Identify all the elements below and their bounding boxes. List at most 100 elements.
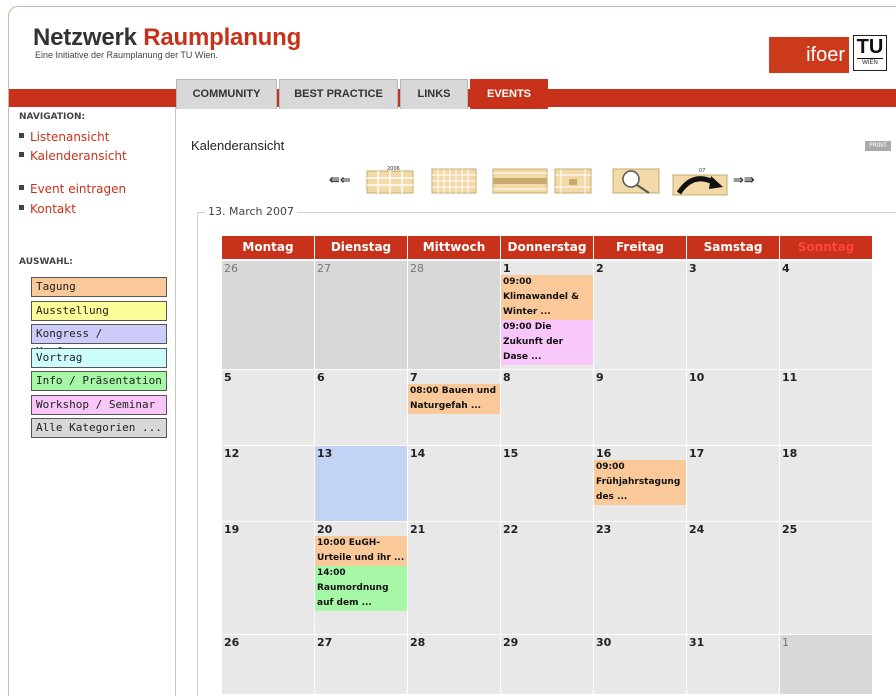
day-number[interactable]: 28 [408,261,500,275]
category-button[interactable]: Kongress / Konferenz [31,324,167,358]
category-button[interactable]: Ausstellung [31,300,167,321]
day-number[interactable]: 9 [594,370,686,384]
calendar-day-cell[interactable]: 20 10:00 EuGH-Urteile und ihr ... 14:00 Ra… [314,521,408,635]
calendar-day-cell[interactable]: 11 [779,369,873,446]
day-number[interactable]: 14 [408,446,500,460]
day-number[interactable]: 20 [315,522,407,536]
year-view-icon[interactable]: 2006 [365,165,415,195]
category-button[interactable]: Tagung [31,277,167,297]
calendar-day-cell[interactable]: 24 [686,521,780,635]
tab-best-practice[interactable]: BEST PRACTICE [279,79,398,109]
calendar-day-cell[interactable]: 15 [500,445,594,522]
day-number[interactable]: 4 [780,261,872,275]
calendar-day-cell[interactable]: 26 [221,259,315,370]
tab-events[interactable]: EVENTS [470,79,548,109]
day-number[interactable]: 11 [780,370,872,384]
day-number[interactable]: 27 [315,261,407,275]
event-entry[interactable]: 09:00 Die Zukunft der Dase ... [501,319,593,365]
day-number[interactable]: 28 [408,635,500,649]
month-view-icon[interactable] [429,165,479,195]
calendar-day-cell[interactable]: 22 [500,521,594,635]
calendar-day-cell[interactable]: 14 [407,445,501,522]
nav-item-event-eintragen[interactable]: Event eintragen [19,182,126,196]
tab-links[interactable]: LINKS [400,79,468,109]
day-number[interactable]: 3 [687,261,779,275]
day-number[interactable]: 23 [594,522,686,536]
calendar-day-cell[interactable]: 27 [314,259,408,370]
day-number[interactable]: 26 [222,261,314,275]
calendar-day-cell[interactable]: 4 [779,259,873,370]
search-icon[interactable] [611,165,661,195]
calendar-day-cell[interactable]: 30 [593,634,687,695]
print-button[interactable]: PRINT [865,141,891,151]
calendar-day-cell[interactable]: 25 [779,521,873,635]
day-number[interactable]: 15 [501,446,593,460]
prev-year-icon[interactable]: ⇚⇐ [329,173,351,188]
calendar-day-cell[interactable]: 17 [686,445,780,522]
calendar-day-cell[interactable]: 28 [407,259,501,370]
nav-item-kontakt[interactable]: Kontakt [19,202,76,216]
day-number[interactable]: 6 [315,370,407,384]
day-number[interactable]: 19 [222,522,314,536]
calendar-day-cell[interactable]: 6 [314,369,408,446]
calendar-day-cell[interactable]: 1 09:00 Klimawandel & Winter ... 09:00 Die… [500,259,594,370]
day-number[interactable]: 27 [315,635,407,649]
event-entry[interactable]: 10:00 EuGH-Urteile und ihr ... [315,536,407,566]
site-logo[interactable]: Netzwerk Raumplanung Eine Initiative der… [33,25,301,61]
day-number[interactable]: 26 [222,635,314,649]
calendar-day-cell[interactable]: 1 [779,634,873,695]
category-button[interactable]: Vortrag [31,347,167,368]
calendar-day-cell[interactable]: 23 [593,521,687,635]
today-jump-icon[interactable]: 07 [671,165,729,197]
next-year-icon[interactable]: ⇒⇛ [733,173,755,188]
day-number[interactable]: 13 [315,446,407,460]
day-number[interactable]: 8 [501,370,593,384]
week-view-icon[interactable] [491,165,549,195]
tu-wien-logo[interactable]: TU WIEN [853,35,887,71]
calendar-day-cell[interactable]: 9 [593,369,687,446]
calendar-day-cell[interactable]: 18 [779,445,873,522]
calendar-day-cell[interactable]: 5 [221,369,315,446]
day-number[interactable]: 1 [501,261,593,275]
day-number[interactable]: 29 [501,635,593,649]
day-number[interactable]: 2 [594,261,686,275]
calendar-day-cell[interactable]: 31 [686,634,780,695]
day-number[interactable]: 24 [687,522,779,536]
calendar-day-cell[interactable]: 26 [221,634,315,695]
day-number[interactable]: 21 [408,522,500,536]
calendar-day-cell[interactable]: 27 [314,634,408,695]
ifoer-logo[interactable]: ifoer [769,37,849,73]
day-number[interactable]: 17 [687,446,779,460]
tab-community[interactable]: COMMUNITY [176,79,277,109]
calendar-day-cell[interactable]: 12 [221,445,315,522]
calendar-day-cell[interactable]: 7 08:00 Bauen und Naturgefah ... [407,369,501,446]
event-entry[interactable]: 08:00 Bauen und Naturgefah ... [408,384,500,414]
calendar-day-cell[interactable]: 3 [686,259,780,370]
day-view-icon[interactable] [553,165,593,195]
nav-item-kalenderansicht[interactable]: Kalenderansicht [19,149,127,163]
event-entry[interactable]: 09:00 Frühjahrstagung des ... [594,460,686,505]
day-number[interactable]: 7 [408,370,500,384]
category-button[interactable]: Workshop / Seminar [31,394,167,415]
day-number[interactable]: 12 [222,446,314,460]
day-number[interactable]: 16 [594,446,686,460]
day-number[interactable]: 22 [501,522,593,536]
calendar-day-cell[interactable]: 16 09:00 Frühjahrstagung des ... [593,445,687,522]
day-number[interactable]: 30 [594,635,686,649]
category-button[interactable]: Alle Kategorien ... [31,418,167,438]
calendar-day-cell[interactable]: 19 [221,521,315,635]
day-number[interactable]: 25 [780,522,872,536]
event-entry[interactable]: 09:00 Klimawandel & Winter ... [501,274,593,320]
event-entry[interactable]: 14:00 Raumordnung auf dem ... [315,566,407,611]
category-button[interactable]: Info / Präsentation [31,371,167,391]
calendar-day-cell[interactable]: 28 [407,634,501,695]
calendar-day-cell[interactable]: 8 [500,369,594,446]
day-number[interactable]: 18 [780,446,872,460]
calendar-day-cell[interactable]: 29 [500,634,594,695]
day-number[interactable]: 1 [780,635,872,649]
day-number[interactable]: 10 [687,370,779,384]
calendar-day-cell[interactable]: 21 [407,521,501,635]
calendar-day-cell[interactable]: 13 [314,445,408,522]
calendar-day-cell[interactable]: 10 [686,369,780,446]
day-number[interactable]: 5 [222,370,314,384]
